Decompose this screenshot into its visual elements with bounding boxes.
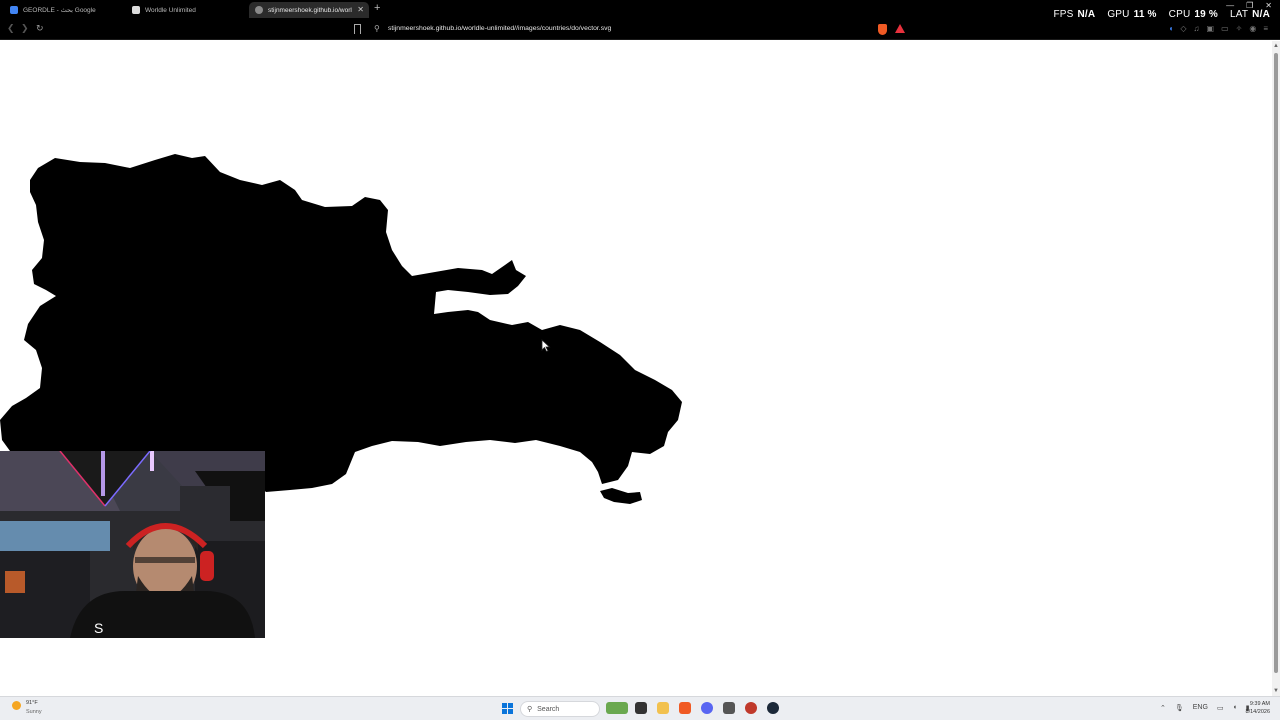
discord-icon[interactable]	[701, 702, 713, 714]
fps-value: N/A	[1077, 9, 1096, 20]
bookmark-icon[interactable]	[354, 24, 361, 34]
brave-browser-icon[interactable]	[679, 702, 691, 714]
media-icon[interactable]: ♫	[1194, 24, 1200, 33]
wallet-icon[interactable]: ▭	[1221, 24, 1229, 33]
tab-worldle-unlimited[interactable]: Worldle Unlimited	[126, 2, 246, 18]
globe-icon	[255, 6, 263, 14]
cpu-value: 19 %	[1194, 9, 1218, 20]
performance-overlay: FPS N/A GPU 11 % CPU 19 % LAT N/A	[1053, 9, 1270, 20]
fps-label: FPS	[1053, 9, 1074, 20]
close-icon[interactable]: ✕	[357, 5, 364, 14]
sidebar-icon[interactable]: ▣	[1207, 24, 1215, 33]
worldle-favicon	[132, 6, 140, 14]
tab-geordle-search[interactable]: GEORDLE - بحث Google	[4, 2, 124, 18]
saona-island-shape	[600, 488, 642, 504]
cpu-label: CPU	[1168, 9, 1191, 20]
sun-icon	[12, 701, 21, 710]
gpu-value: 11 %	[1133, 9, 1157, 20]
lat-value: N/A	[1252, 9, 1270, 20]
tab-title: stijnmeershoek.github.io/worldle	[268, 6, 352, 14]
scroll-thumb[interactable]	[1274, 53, 1278, 673]
tab-title: GEORDLE - بحث Google	[23, 7, 96, 14]
gpu-label: GPU	[1107, 9, 1130, 20]
clock-date[interactable]: 8/14/2026	[1246, 709, 1270, 715]
lat-label: LAT	[1229, 9, 1249, 20]
menu-icon[interactable]: ≡	[1263, 24, 1268, 33]
tab-vector-svg[interactable]: stijnmeershoek.github.io/worldle ✕	[249, 2, 369, 18]
scroll-down-arrow-icon[interactable]: ▼	[1273, 688, 1279, 694]
tab-strip: GEORDLE - بحث Google Worldle Unlimited s…	[0, 0, 1280, 20]
extensions-icon[interactable]: ✧	[1236, 24, 1243, 33]
brave-rewards-icon[interactable]	[895, 24, 905, 33]
calculator-icon[interactable]	[723, 702, 735, 714]
leo-icon[interactable]: ◇	[1180, 24, 1186, 33]
site-info-icon[interactable]: ⚲	[374, 24, 380, 33]
scroll-up-arrow-icon[interactable]: ▲	[1273, 43, 1279, 49]
vertical-scrollbar[interactable]: ▲ ▼	[1272, 41, 1280, 696]
cpu-stat: CPU 19 %	[1169, 9, 1218, 20]
weather-description: Sunny	[26, 709, 42, 715]
windows-taskbar: 91°F Sunny ⚲ Search ⌃ 🎙 ENG ▭ ◖ ▮ 9:39 A…	[0, 696, 1280, 720]
taskbar-search[interactable]: ⚲ Search	[520, 701, 600, 717]
webcam-overlay: S	[0, 451, 265, 638]
forward-button[interactable]: ❯	[21, 23, 29, 34]
fps-stat: FPS N/A	[1053, 9, 1095, 20]
back-button[interactable]: ❮	[7, 23, 15, 34]
microphone-icon[interactable]: 🎙	[1175, 704, 1184, 712]
google-icon	[10, 6, 18, 14]
url-bar[interactable]: stijnmeershoek.github.io/worldle-unlimit…	[388, 25, 611, 32]
file-explorer-icon[interactable]	[657, 702, 669, 714]
country-outline-map	[0, 154, 682, 504]
search-placeholder: Search	[537, 705, 560, 713]
svg-text:S: S	[94, 620, 103, 636]
tab-title: Worldle Unlimited	[145, 6, 196, 14]
task-view-icon[interactable]	[635, 702, 647, 714]
country-shape	[0, 154, 682, 492]
volume-icon[interactable]: ◖	[1233, 704, 1237, 712]
gpu-stat: GPU 11 %	[1107, 9, 1156, 20]
mouse-cursor	[541, 339, 551, 353]
tray-overflow-icon[interactable]: ⌃	[1160, 704, 1166, 712]
steam-icon[interactable]	[767, 702, 779, 714]
address-toolbar: ❮ ❯ ↻ ⚲ stijnmeershoek.github.io/worldle…	[0, 20, 1280, 40]
language-indicator[interactable]: ENG	[1193, 704, 1208, 712]
system-tray: ⌃ 🎙 ENG ▭ ◖ ▮	[1160, 704, 1250, 712]
obs-app-icon[interactable]	[745, 702, 757, 714]
brave-shield-icon[interactable]	[878, 24, 887, 35]
vpn-icon[interactable]: ◉	[1249, 24, 1256, 33]
toolbar-icons: ◖ ◇ ♫ ▣ ▭ ✧ ◉ ≡	[1169, 24, 1268, 33]
reload-button[interactable]: ↻	[36, 23, 44, 34]
new-tab-button[interactable]: +	[374, 2, 380, 14]
weather-temperature: 91°F	[26, 700, 38, 706]
lat-stat: LAT N/A	[1230, 9, 1270, 20]
clock-time[interactable]: 9:39 AM	[1250, 701, 1270, 707]
audio-icon[interactable]: ◖	[1169, 24, 1174, 33]
search-icon: ⚲	[527, 706, 533, 713]
network-icon[interactable]: ▭	[1217, 704, 1224, 712]
windows-start-icon[interactable]	[502, 703, 513, 714]
widgets-app-icon[interactable]	[606, 702, 628, 714]
